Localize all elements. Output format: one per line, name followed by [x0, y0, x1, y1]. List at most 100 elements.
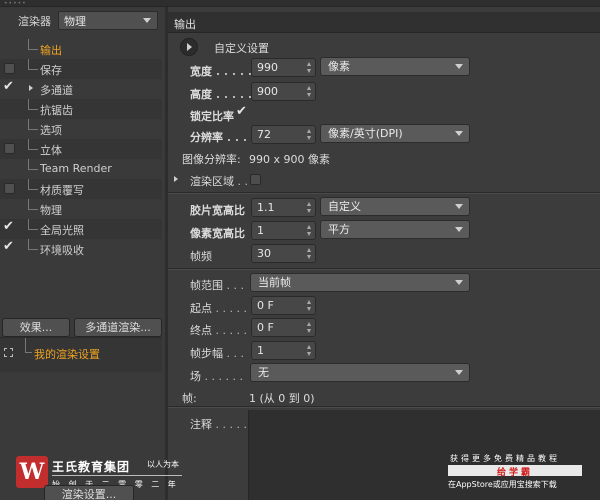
frames-label: 帧: [182, 392, 197, 405]
start-input[interactable]: 0 F [251, 296, 316, 315]
expand-icon[interactable] [4, 348, 13, 357]
notes-label: 注释 . . . . . [190, 418, 247, 431]
spinner-icon[interactable] [307, 62, 312, 73]
renderer-label: 渲染器 [18, 15, 51, 28]
sidebar-item-label: 全局光照 [40, 224, 84, 237]
expand-arrow-icon[interactable] [174, 176, 178, 182]
tree-line [28, 59, 38, 70]
renderer-value: 物理 [64, 15, 86, 28]
chevron-down-icon [455, 131, 463, 136]
tree-line [28, 159, 38, 170]
frame-step-label: 帧步幅 . . . [190, 347, 244, 360]
tree-line [28, 179, 38, 190]
sidebar-item[interactable]: 选项 [0, 119, 162, 139]
enable-checkbox[interactable] [4, 63, 15, 74]
panel-header: 输出 [168, 12, 600, 33]
spinner-icon[interactable] [307, 86, 312, 97]
spinner-icon[interactable] [307, 345, 312, 356]
height-label: 高度 . . . . . [190, 88, 253, 101]
enable-checkbox[interactable] [4, 143, 15, 154]
frame-range-label: 帧范围 . . . [190, 279, 244, 292]
spinner-icon[interactable] [307, 322, 312, 333]
film-aspect-select[interactable]: 自定义 [320, 197, 470, 216]
sidebar-item-label: 立体 [40, 144, 62, 157]
tree-line [28, 199, 38, 210]
tree-line [28, 239, 38, 250]
render-setting-item[interactable]: 我的渲染设置 [0, 337, 162, 372]
expand-arrow-icon[interactable] [29, 85, 33, 91]
sidebar-item[interactable]: ✔ 环境吸收 [0, 239, 162, 259]
watermark-motto: 以人为本 [147, 460, 179, 469]
watermark-brand: 给学霸 [496, 468, 533, 478]
multipass-render-button[interactable]: 多通道渲染... [74, 318, 162, 337]
field-select[interactable]: 无 [250, 363, 470, 382]
end-input[interactable]: 0 F [251, 318, 316, 337]
checkmark-icon[interactable]: ✔ [3, 219, 14, 234]
sidebar-item-label: 选项 [40, 124, 62, 137]
film-aspect-label: 胶片宽高比 [190, 204, 245, 217]
sidebar-item-label: Team Render [40, 162, 112, 175]
height-input[interactable]: 900 [251, 82, 316, 101]
sidebar-item[interactable]: 抗锯齿 [0, 99, 162, 119]
tree-line [28, 139, 38, 150]
unit-select[interactable]: 像素 [320, 57, 470, 76]
spinner-icon[interactable] [307, 129, 312, 140]
chevron-down-icon [455, 64, 463, 69]
chevron-down-icon [455, 280, 463, 285]
watermark-download: 在AppStore或应用宝搜索下载 [448, 480, 557, 489]
pixel-aspect-label: 像素宽高比 [190, 227, 245, 240]
fps-input[interactable]: 30 [251, 244, 316, 263]
custom-settings-button[interactable] [180, 38, 198, 56]
chevron-down-icon [455, 204, 463, 209]
sidebar-item[interactable]: 输出 [0, 39, 162, 59]
chevron-down-icon [455, 370, 463, 375]
sidebar-item[interactable]: 保存 [0, 59, 162, 79]
sidebar-item-label: 多通道 [40, 84, 73, 97]
sidebar-item[interactable]: ✔ 全局光照 [0, 219, 162, 239]
frame-range-select[interactable]: 当前帧 [250, 273, 470, 292]
checkmark-icon[interactable]: ✔ [3, 79, 14, 94]
resolution-input[interactable]: 72 [251, 125, 316, 144]
image-resolution-label: 图像分辨率: [182, 153, 241, 166]
render-region-checkbox[interactable] [250, 174, 261, 185]
pixel-aspect-input[interactable]: 1 [251, 221, 316, 240]
sidebar-item[interactable]: 立体 [0, 139, 162, 159]
spinner-icon[interactable] [307, 202, 312, 213]
divider [168, 193, 600, 194]
spinner-icon[interactable] [307, 248, 312, 259]
sidebar-item-label: 环境吸收 [40, 244, 84, 257]
sidebar-item-label: 抗锯齿 [40, 104, 73, 117]
width-input[interactable]: 990 [251, 58, 316, 77]
tree-line [28, 119, 38, 130]
enable-checkbox[interactable] [4, 183, 15, 194]
end-label: 终点 . . . . . [190, 324, 247, 337]
sidebar-item-label: 物理 [40, 204, 62, 217]
width-label: 宽度 . . . . . [190, 65, 253, 78]
grip-icon[interactable]: ••••• [4, 1, 27, 7]
lock-ratio-checkbox[interactable]: ✔ [236, 104, 247, 119]
frames-value: 1 (从 0 到 0) [249, 392, 315, 405]
resolution-unit-select[interactable]: 像素/英寸(DPI) [320, 124, 470, 143]
sidebar-item-label: 保存 [40, 64, 62, 77]
sidebar-item[interactable]: 材质覆写 [0, 179, 162, 199]
divider [168, 407, 600, 408]
checkmark-icon[interactable]: ✔ [3, 239, 14, 254]
effects-button[interactable]: 效果... [2, 318, 70, 337]
fps-label: 帧频 [190, 250, 212, 263]
spinner-icon[interactable] [307, 225, 312, 236]
film-aspect-input[interactable]: 1.1 [251, 198, 316, 217]
lock-ratio-label: 锁定比率 [190, 110, 234, 123]
spinner-icon[interactable] [307, 300, 312, 311]
panel-title: 输出 [174, 18, 196, 31]
divider [168, 269, 600, 270]
resolution-label: 分辨率 . . . [190, 131, 248, 144]
renderer-select[interactable]: 物理 [58, 11, 158, 30]
sidebar-item[interactable]: 物理 [0, 199, 162, 219]
sidebar-item[interactable]: ✔ 多通道 [0, 79, 162, 99]
render-settings-button[interactable]: 渲染设置... [44, 485, 134, 500]
pixel-aspect-select[interactable]: 平方 [320, 220, 470, 239]
sidebar-item-label: 材质覆写 [40, 184, 84, 197]
watermark-org-name: 王氏教育集团 [52, 460, 131, 474]
frame-step-input[interactable]: 1 [251, 341, 316, 360]
sidebar-item[interactable]: Team Render [0, 159, 162, 179]
